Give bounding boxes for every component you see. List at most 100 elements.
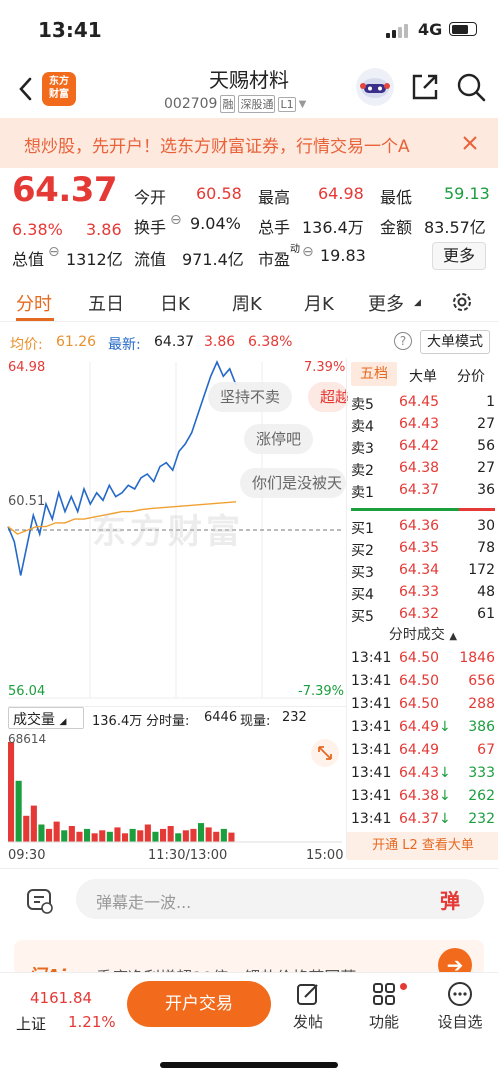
nav-post[interactable]: 发帖 xyxy=(284,981,332,1032)
trade-row: 13:41 64.50 1846 xyxy=(351,648,495,670)
level-label: 卖4 xyxy=(351,419,374,435)
tab-big-orders[interactable]: 大单 xyxy=(409,366,437,386)
trade-row: 13:41 64.37 ↓ 232 xyxy=(351,809,495,831)
bids-row[interactable]: 买1 64.36 30 xyxy=(351,516,495,538)
chevron-down-icon[interactable]: ▼ xyxy=(299,99,307,110)
dropdown-icon: ◢ xyxy=(414,298,421,308)
gear-icon[interactable] xyxy=(450,290,474,314)
trade-volume: 656 xyxy=(468,673,495,689)
tab-intraday[interactable]: 分时 xyxy=(16,290,52,316)
amount-label: 金额 xyxy=(380,218,413,237)
info-icon[interactable]: ⊖ xyxy=(170,212,182,228)
pe-sup: 动 xyxy=(290,244,300,255)
info-icon[interactable]: ⊖ xyxy=(48,244,60,260)
volume-selector[interactable]: 成交量 ◢ xyxy=(8,707,84,729)
trades-header[interactable]: 分时成交 ▲ xyxy=(347,624,498,648)
tab-more[interactable]: 更多 xyxy=(368,290,404,316)
asks-row[interactable]: 卖5 64.45 1 xyxy=(351,392,495,414)
volume-bar xyxy=(8,742,15,842)
battery-icon xyxy=(449,22,477,36)
volume-bar xyxy=(129,828,136,842)
danmu-bubble: 涨停吧 xyxy=(244,424,314,454)
bids-row[interactable]: 买2 64.35 78 xyxy=(351,538,495,560)
level-volume: 56 xyxy=(477,438,495,454)
turnover-label: 换手 xyxy=(134,218,167,237)
close-icon[interactable] xyxy=(462,135,478,151)
tab-five-levels[interactable]: 五档 xyxy=(351,362,397,386)
network-type: 4G xyxy=(418,20,443,39)
share-icon[interactable] xyxy=(410,72,440,102)
nav-watchlist[interactable]: 设自选 xyxy=(434,981,486,1032)
level-label: 买1 xyxy=(351,521,374,537)
turnover-value: 9.04% xyxy=(190,214,241,233)
search-icon[interactable] xyxy=(456,72,486,102)
help-icon[interactable]: ? xyxy=(394,332,412,350)
trade-volume: 386 xyxy=(468,719,495,735)
x-axis-end: 15:00 xyxy=(306,848,344,863)
nav-watchlist-label: 设自选 xyxy=(437,1013,483,1031)
comment-input[interactable]: 弹幕走一波... 弹 xyxy=(76,879,484,919)
nav-functions-label: 功能 xyxy=(368,1013,399,1031)
tab-daily-k[interactable]: 日K xyxy=(160,290,190,316)
danmu-bubble: 超越 xyxy=(308,382,348,412)
promo-banner[interactable]: 想炒股，先开户！选东方财富证券，行情交易一个A xyxy=(0,118,498,168)
level-label: 卖3 xyxy=(351,441,374,457)
tab-price-dist[interactable]: 分价 xyxy=(457,366,485,386)
volume-now: 232 xyxy=(282,710,307,725)
trade-direction: ↓ xyxy=(439,811,451,827)
level-volume: 27 xyxy=(477,460,495,476)
big-order-mode-button[interactable]: 大单模式 xyxy=(420,330,490,354)
trade-time: 13:41 xyxy=(351,788,392,804)
more-dots-icon xyxy=(448,982,472,1006)
info-icon[interactable]: ⊖ xyxy=(302,244,314,260)
amount-value: 83.57亿 xyxy=(424,218,486,237)
news-promo[interactable]: 问Ai 一季度净利增超10倍，锂盐价格若回落 ➔ xyxy=(14,940,484,976)
trade-row: 13:41 64.49 ↓ 386 xyxy=(351,717,495,739)
index-name: 上证 xyxy=(16,1015,47,1033)
volume-max: 68614 xyxy=(8,732,47,746)
tag-level: L1 xyxy=(278,96,296,112)
trade-row: 13:41 64.50 656 xyxy=(351,671,495,693)
robot-assistant-icon[interactable] xyxy=(354,66,396,108)
danmu-settings-icon[interactable] xyxy=(26,887,54,915)
danmu-bubble: 坚持不卖 xyxy=(208,382,293,412)
intraday-chart[interactable]: 64.98 60.51 56.04 7.39% -7.39% 东方财富 坚持不卖… xyxy=(0,358,348,868)
level-label: 买5 xyxy=(351,609,374,625)
trade-row: 13:41 64.43 ↓ 333 xyxy=(351,763,495,785)
volume-bar xyxy=(205,827,212,842)
volume-total: 136.4万 xyxy=(92,714,143,729)
tab-weekly-k[interactable]: 周K xyxy=(232,290,262,316)
last-label: 最新: xyxy=(108,337,141,353)
asks-row[interactable]: 卖3 64.42 56 xyxy=(351,436,495,458)
level-price: 64.42 xyxy=(399,438,440,454)
danmu-toggle-icon[interactable]: 弹 xyxy=(440,885,460,914)
level-volume: 172 xyxy=(468,562,495,578)
bids-row[interactable]: 买5 64.32 61 xyxy=(351,604,495,626)
asks-row[interactable]: 卖1 64.37 36 xyxy=(351,480,495,502)
level-volume: 48 xyxy=(477,584,495,600)
trade-button[interactable]: 开户交易 xyxy=(127,981,271,1027)
volume-bar xyxy=(182,830,189,842)
trade-price: 64.43 xyxy=(399,765,440,781)
level-price: 64.45 xyxy=(399,394,440,410)
danmu-bubble: 你们是没被天 xyxy=(240,468,346,498)
trade-volume: 262 xyxy=(468,788,495,804)
tab-monthly-k[interactable]: 月K xyxy=(304,290,334,316)
more-button[interactable]: 更多 xyxy=(432,242,486,270)
asks-row[interactable]: 卖4 64.43 27 xyxy=(351,414,495,436)
trade-direction: ↓ xyxy=(439,788,451,804)
volume-bar xyxy=(220,828,227,842)
l2-upgrade-link[interactable]: 开通 L2 查看大单 xyxy=(347,832,498,860)
bids-row[interactable]: 买3 64.34 172 xyxy=(351,560,495,582)
level-price: 64.38 xyxy=(399,460,440,476)
expand-icon[interactable] xyxy=(310,738,340,768)
bids-row[interactable]: 买4 64.33 48 xyxy=(351,582,495,604)
tab-five-day[interactable]: 五日 xyxy=(88,290,124,316)
nav-functions[interactable]: 功能 xyxy=(360,981,408,1032)
trade-row: 13:41 64.49 67 xyxy=(351,740,495,762)
order-book: 五档 大单 分价 卖5 64.45 1 卖4 64.43 27 卖3 64.42 56 卖2 64.… xyxy=(346,358,498,860)
signal-icon xyxy=(386,24,408,38)
asks-row[interactable]: 卖2 64.38 27 xyxy=(351,458,495,480)
trade-volume: 232 xyxy=(468,811,495,827)
trade-price: 64.38 xyxy=(399,788,440,804)
